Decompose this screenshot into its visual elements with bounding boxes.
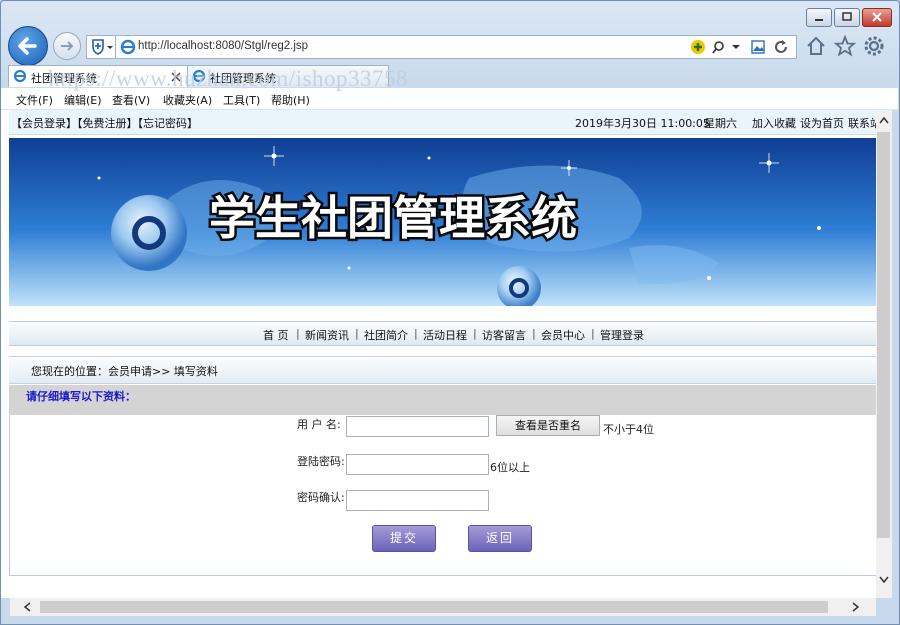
nav-news[interactable]: 新闻资讯 [305,327,349,343]
password-hint: 6位以上 [490,461,530,474]
address-url: http://localhost:8080/Stgl/reg2.jsp [138,40,309,52]
set-homepage-link[interactable]: 设为首页 [800,115,844,131]
contact-link[interactable]: 联系站 [848,115,876,131]
close-button[interactable] [862,8,892,27]
form-heading-bar: 请仔细填写以下资料： [9,385,876,415]
breadcrumb: 您现在的位置：会员申请>> 填写资料 [9,356,876,384]
menu-tools[interactable]: 工具(T) [223,92,260,108]
top-info-bar: 【会员登录】【免费注册】【忘记密码】 2019年3月30日 11:00:05 星… [9,110,876,135]
scroll-down-icon[interactable] [879,576,889,584]
settings-gear-icon[interactable] [863,35,885,57]
site-banner: 学生社团管理系统 [9,138,876,306]
scroll-up-icon[interactable] [879,116,889,124]
nav-club-intro[interactable]: 社团简介 [364,327,408,343]
compat-view-icon[interactable] [690,39,706,55]
nav-separator: | [473,327,477,340]
form-heading: 请仔细填写以下资料： [26,390,136,403]
forward-button[interactable] [53,32,81,60]
banner-title: 学生社团管理系统 [209,191,577,245]
password-label: 登陆密码: [297,455,345,468]
home-icon[interactable] [805,35,827,57]
username-hint: 不小于4位 [603,423,654,436]
nav-separator: | [591,327,595,340]
weekday-text: 星期六 [704,117,737,130]
nav-activities[interactable]: 活动日程 [423,327,467,343]
username-input[interactable] [346,416,489,437]
menu-view[interactable]: 查看(V) [112,92,150,108]
close-icon [872,12,882,22]
ie-tab-icon [13,69,27,83]
horizontal-scroll-thumb[interactable] [40,601,828,613]
page-viewport: 【会员登录】【免费注册】【忘记密码】 2019年3月30日 11:00:05 星… [1,110,876,598]
confirm-password-input[interactable] [346,490,489,511]
banner-graphic: 学生社团管理系统 [9,138,876,306]
watermark-text: https://www.huzhan.com/ishop33758 [48,66,408,91]
menu-favorites[interactable]: 收藏夹(A) [163,92,212,108]
maximize-button[interactable] [834,8,860,27]
minimize-button[interactable] [806,8,832,27]
member-links[interactable]: 【会员登录】【免费注册】【忘记密码】 [11,115,198,131]
nav-separator: | [532,327,536,340]
username-label: 用 户 名: [297,418,341,431]
back-button[interactable] [8,26,48,66]
scroll-left-icon[interactable] [23,602,31,612]
horizontal-scrollbar[interactable] [10,598,876,616]
password-input[interactable] [346,454,489,475]
ie-page-icon [120,39,136,55]
breadcrumb-text: 您现在的位置：会员申请>> 填写资料 [31,365,218,378]
maximize-icon [842,12,852,21]
favorites-star-icon[interactable] [834,35,856,57]
address-bar[interactable]: http://localhost:8080/Stgl/reg2.jsp [115,35,797,59]
shield-icon [92,39,113,55]
datetime-text: 2019年3月30日 11:00:05 [575,117,710,130]
minimize-icon [815,19,823,21]
refresh-icon[interactable] [772,38,790,56]
scroll-right-icon[interactable] [852,602,860,612]
confirm-password-label: 密码确认: [297,491,345,504]
nav-separator: | [355,327,359,340]
menu-file[interactable]: 文件(F) [16,92,53,108]
vertical-scroll-thumb[interactable] [877,132,890,538]
site-nav: 首 页 | 新闻资讯 | 社团简介 | 活动日程 | 访客留言 | 会员中心 |… [9,321,876,346]
nav-separator: | [414,327,418,340]
menu-edit[interactable]: 编辑(E) [64,92,102,108]
check-username-button[interactable]: 查看是否重名 [496,415,600,436]
search-dropdown-icon[interactable] [712,39,742,55]
nav-guestbook[interactable]: 访客留言 [482,327,526,343]
submit-button[interactable]: 提交 [372,525,436,552]
page-image-icon[interactable] [750,39,766,55]
forward-arrow-icon [61,41,74,51]
nav-admin-login[interactable]: 管理登录 [600,327,644,343]
vertical-scrollbar[interactable] [876,110,892,598]
back-button-form[interactable]: 返回 [468,525,532,552]
back-arrow-icon [18,37,37,55]
nav-member-center[interactable]: 会员中心 [541,327,585,343]
security-shield-button[interactable] [86,35,116,59]
nav-separator: | [296,327,300,340]
add-favorite-link[interactable]: 加入收藏 [752,115,796,131]
menu-help[interactable]: 帮助(H) [271,92,310,108]
nav-home[interactable]: 首 页 [263,327,289,343]
